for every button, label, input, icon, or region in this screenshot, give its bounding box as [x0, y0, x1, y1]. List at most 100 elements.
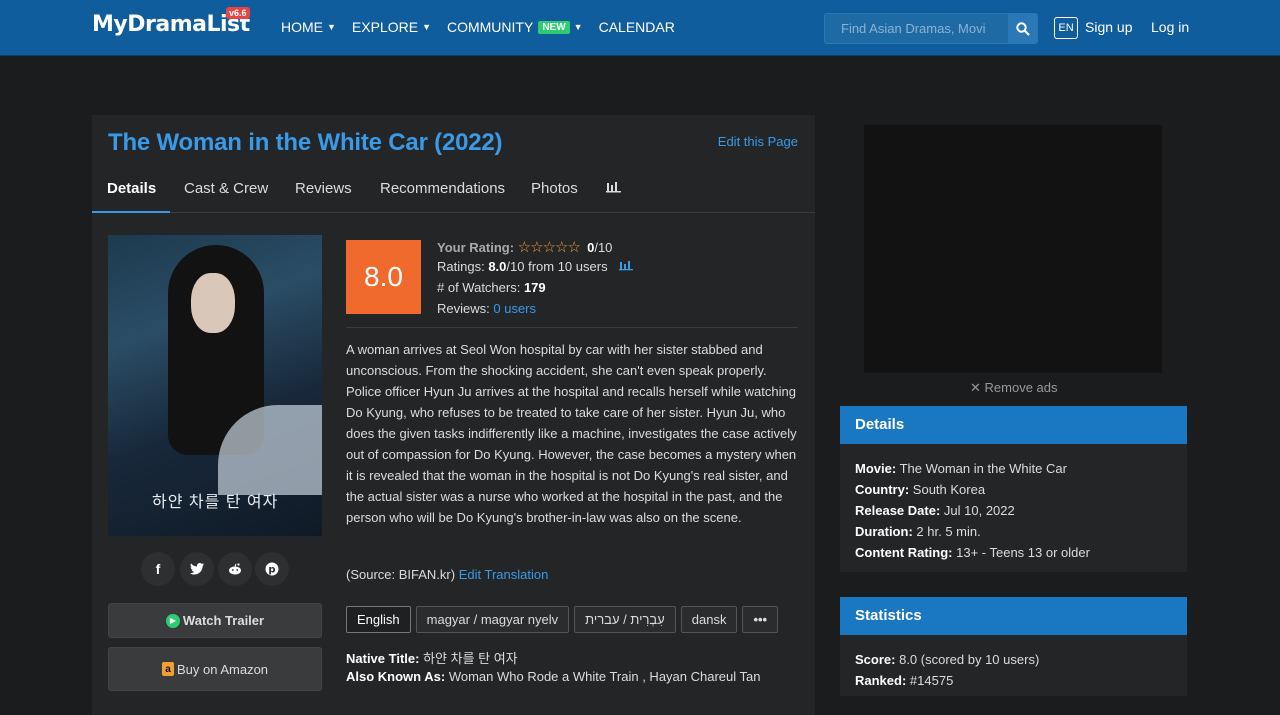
close-icon: ✕ — [970, 380, 981, 395]
reviews-label: Reviews: — [437, 301, 490, 316]
lang-english-button[interactable]: English — [346, 606, 411, 633]
detail-label: Release Date: — [855, 503, 941, 518]
divider — [346, 327, 798, 328]
language-selector[interactable]: EN — [1054, 17, 1078, 39]
remove-ads-label: Remove ads — [984, 380, 1058, 395]
nav-explore[interactable]: EXPLORE ▼ — [352, 19, 431, 35]
pinterest-icon: p — [265, 562, 279, 576]
nav-community[interactable]: COMMUNITY NEW ▼ — [447, 19, 583, 35]
buy-amazon-label: Buy on Amazon — [176, 661, 269, 677]
stat-row: Score: 8.0 (scored by 10 users) — [855, 649, 1172, 670]
new-badge: NEW — [538, 20, 570, 34]
star-icon[interactable]: ☆ — [555, 239, 568, 256]
aka-label: Also Known As: — [346, 669, 446, 684]
nav-home[interactable]: HOME ▼ — [281, 19, 336, 35]
search-input[interactable] — [824, 13, 1008, 44]
search-icon — [1016, 21, 1030, 36]
drama-poster[interactable]: 하얀 차를 탄 여자 — [108, 235, 322, 536]
stat-value: 8.0 (scored by 10 users) — [899, 652, 1040, 667]
lang-danish-button[interactable]: dansk — [680, 606, 738, 633]
stat-value: #14575 — [909, 673, 954, 688]
star-icon[interactable]: ☆ — [530, 239, 543, 256]
watchers-label: # of Watchers: — [437, 280, 521, 295]
statistics-box-title: Statistics — [840, 597, 1187, 635]
login-link[interactable]: Log in — [1151, 19, 1189, 35]
aka-row: Also Known As: Woman Who Rode a White Tr… — [346, 669, 760, 684]
buy-amazon-button[interactable]: a Buy on Amazon — [108, 647, 322, 691]
details-box: Details Movie: The Woman in the White Ca… — [840, 406, 1187, 572]
star-icon[interactable]: ☆ — [543, 239, 556, 256]
tab-photos[interactable]: Photos — [531, 179, 578, 213]
synopsis-source: (Source: BIFAN.kr) Edit Translation — [346, 567, 548, 582]
nav-explore-label: EXPLORE — [351, 19, 419, 35]
watchers-value: 179 — [523, 280, 546, 295]
star-icon[interactable]: ☆ — [518, 239, 531, 256]
watch-trailer-label: Watch Trailer — [182, 613, 265, 628]
detail-tabs: Details Cast & Crew Reviews Recommendati… — [92, 179, 815, 213]
source-text: (Source: BIFAN.kr) — [346, 567, 456, 582]
watch-trailer-button[interactable]: ▶ Watch Trailer — [108, 603, 322, 638]
poster-title: 하얀 차를 탄 여자 — [152, 494, 279, 511]
twitter-icon — [190, 563, 204, 575]
ratings-row: Ratings: 8.0/10 from 10 users — [437, 259, 634, 274]
watchers-row: # of Watchers: 179 — [437, 280, 546, 295]
tab-reviews[interactable]: Reviews — [295, 179, 352, 213]
native-title-value: 하얀 차를 탄 여자 — [423, 651, 518, 666]
your-rating-max: /10 — [594, 240, 613, 255]
top-navbar: MyDramaList v6.6 HOME ▼ EXPLORE ▼ COMMUNIT… — [0, 0, 1280, 56]
nav-community-label: COMMUNITY — [446, 19, 534, 35]
tab-details[interactable]: Details — [92, 179, 171, 213]
tab-cast-crew[interactable]: Cast & Crew — [184, 179, 268, 213]
poster-face — [191, 273, 235, 333]
lang-hungarian-button[interactable]: magyar / magyar nyelv — [415, 606, 570, 633]
reviews-row: Reviews: 0 users — [437, 301, 536, 316]
native-title-label: Native Title: — [346, 651, 420, 666]
detail-value: The Woman in the White Car — [899, 461, 1067, 476]
detail-row: Content Rating: 13+ - Teens 13 or older — [855, 542, 1172, 563]
search-button[interactable] — [1008, 13, 1038, 44]
tab-recommendations[interactable]: Recommendations — [380, 179, 505, 213]
remove-ads-link[interactable]: ✕ Remove ads — [970, 380, 1058, 396]
detail-value: 2 hr. 5 min. — [916, 524, 981, 539]
drama-detail-card: The Woman in the White Car (2022) Edit t… — [92, 115, 815, 715]
tab-statistics[interactable] — [606, 179, 621, 213]
detail-label: Duration: — [855, 524, 913, 539]
edit-translation-link[interactable]: Edit Translation — [459, 567, 549, 582]
detail-value: South Korea — [912, 482, 986, 497]
advertisement[interactable] — [864, 125, 1162, 373]
page-title: The Woman in the White Car (2022) — [108, 129, 503, 156]
lang-hebrew-button[interactable]: עִבְרִית / עברית — [574, 606, 676, 633]
stat-row: Ranked: #14575 — [855, 670, 1172, 691]
chevron-down-icon: ▼ — [573, 22, 583, 32]
amazon-icon: a — [161, 662, 174, 676]
aka-value: Woman Who Rode a White Train , Hayan Cha… — [448, 669, 761, 684]
detail-row: Country: South Korea — [855, 479, 1172, 500]
ratings-value: 8.0 — [488, 259, 507, 274]
your-rating-label: Your Rating: — [437, 240, 515, 255]
score-box: 8.0 — [346, 240, 421, 314]
rating-chart-icon[interactable] — [619, 260, 634, 271]
rating-stars[interactable]: ☆☆☆☆☆ — [518, 239, 583, 256]
star-icon[interactable]: ☆ — [567, 239, 580, 256]
your-rating-row: Your Rating: ☆☆☆☆☆ 0/10 — [437, 238, 612, 256]
nav-calendar[interactable]: CALENDAR — [599, 19, 675, 35]
detail-value: 13+ - Teens 13 or older — [956, 545, 1090, 560]
detail-row: Release Date: Jul 10, 2022 — [855, 500, 1172, 521]
nav-home-label: HOME — [281, 19, 323, 35]
language-tabs: English magyar / magyar nyelv עִבְרִית /… — [346, 606, 779, 633]
chevron-down-icon: ▼ — [327, 22, 336, 32]
svg-text:p: p — [268, 565, 275, 576]
stat-label: Ranked: — [855, 673, 907, 688]
detail-label: Country: — [855, 482, 910, 497]
twitter-share-button[interactable] — [180, 552, 214, 586]
edit-page-link[interactable]: Edit this Page — [718, 134, 798, 149]
more-languages-button[interactable]: ••• — [742, 606, 779, 633]
reviews-link[interactable]: 0 users — [493, 301, 536, 316]
reddit-share-button[interactable] — [218, 552, 252, 586]
facebook-share-button[interactable]: f — [141, 552, 175, 586]
detail-label: Movie: — [855, 461, 897, 476]
signup-link[interactable]: Sign up — [1085, 19, 1132, 35]
pinterest-share-button[interactable]: p — [255, 552, 289, 586]
detail-row: Movie: The Woman in the White Car — [855, 458, 1172, 479]
detail-label: Content Rating: — [855, 545, 953, 560]
